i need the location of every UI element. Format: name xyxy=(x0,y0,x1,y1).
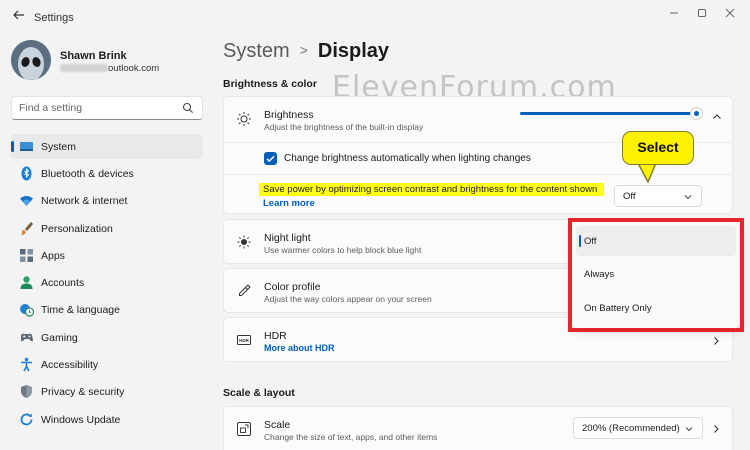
sidebar-item-time-language[interactable]: Time & language xyxy=(11,297,203,322)
window-title: Settings xyxy=(34,12,74,24)
sidebar-item-label: Network & internet xyxy=(41,195,128,207)
select-callout: Select xyxy=(622,131,694,165)
sidebar-item-apps[interactable]: Apps xyxy=(11,243,203,268)
brightness-title: Brightness xyxy=(264,109,314,121)
back-arrow-icon[interactable] xyxy=(12,8,26,22)
apps-icon xyxy=(20,249,33,262)
sidebar-item-label: Accounts xyxy=(41,277,85,289)
chevron-up-icon[interactable] xyxy=(712,112,722,122)
breadcrumb-chevron-icon: > xyxy=(299,42,308,58)
close-icon[interactable] xyxy=(718,4,742,22)
search-input[interactable] xyxy=(19,101,179,115)
monitor-icon xyxy=(20,142,33,151)
gamepad-icon xyxy=(21,333,33,342)
auto-brightness-label: Change brightness automatically when lig… xyxy=(284,153,531,164)
night-light-title: Night light xyxy=(264,232,311,244)
accessibility-icon xyxy=(21,357,32,372)
scale-subtitle: Change the size of text, apps, and other… xyxy=(264,432,438,442)
avatar-image xyxy=(11,40,51,80)
sidebar-item-label: Accessibility xyxy=(41,359,99,371)
update-icon xyxy=(20,413,33,426)
dropdown-value: 200% (Recommended) xyxy=(582,423,680,434)
search-box[interactable] xyxy=(11,96,203,120)
person-icon xyxy=(20,276,33,289)
sidebar-item-windows-update[interactable]: Windows Update xyxy=(11,407,203,432)
hdr-icon: HDR xyxy=(237,335,251,345)
sidebar-item-accounts[interactable]: Accounts xyxy=(11,270,203,295)
selection-indicator xyxy=(11,141,14,152)
section-heading-scale-layout: Scale & layout xyxy=(223,387,295,399)
sidebar-item-label: Privacy & security xyxy=(41,386,125,398)
scale-dropdown[interactable]: 200% (Recommended) xyxy=(573,417,703,439)
scale-title: Scale xyxy=(264,419,291,431)
avatar[interactable] xyxy=(11,40,51,80)
redacted-email xyxy=(60,64,108,72)
dropdown-value: Off xyxy=(623,191,636,202)
sidebar-item-privacy[interactable]: Privacy & security xyxy=(11,379,203,404)
sidebar-item-system[interactable]: System xyxy=(11,134,203,159)
brush-icon xyxy=(21,222,33,235)
scale-icon xyxy=(237,422,251,436)
sidebar-item-bluetooth[interactable]: Bluetooth & devices xyxy=(11,161,203,186)
chevron-right-icon[interactable] xyxy=(711,336,721,346)
bluetooth-icon xyxy=(21,166,32,181)
title-bar: Settings xyxy=(0,0,750,32)
minimize-icon[interactable] xyxy=(662,4,686,22)
save-power-dropdown[interactable]: Off xyxy=(614,185,702,207)
brightness-slider-track[interactable] xyxy=(520,112,696,115)
sun-icon xyxy=(237,112,251,126)
annotation-red-box xyxy=(568,218,744,332)
night-light-subtitle: Use warmer colors to help block blue lig… xyxy=(264,245,422,255)
brightness-slider-thumb[interactable] xyxy=(690,107,703,120)
user-email: outlook.com xyxy=(60,63,159,74)
page-title: Display xyxy=(317,40,390,62)
user-name: Shawn Brink xyxy=(60,50,127,62)
svg-text:HDR: HDR xyxy=(239,338,249,343)
checkmark-icon xyxy=(266,155,275,163)
shield-icon xyxy=(21,385,32,398)
learn-more-link[interactable]: Learn more xyxy=(263,198,315,209)
sidebar-item-accessibility[interactable]: Accessibility xyxy=(11,352,203,377)
auto-brightness-checkbox[interactable] xyxy=(264,152,277,165)
chevron-right-icon[interactable] xyxy=(711,424,721,434)
sidebar-item-label: Apps xyxy=(41,250,65,262)
night-light-icon xyxy=(237,235,251,249)
hdr-title: HDR xyxy=(264,330,287,342)
hdr-link[interactable]: More about HDR xyxy=(264,343,335,353)
sidebar-item-gaming[interactable]: Gaming xyxy=(11,325,203,350)
sidebar-item-network[interactable]: Network & internet xyxy=(11,188,203,213)
maximize-icon[interactable] xyxy=(690,4,714,22)
section-heading-brightness-color: Brightness & color xyxy=(223,78,317,90)
chevron-down-icon xyxy=(684,195,692,200)
sidebar-item-personalization[interactable]: Personalization xyxy=(11,216,203,241)
sidebar-item-label: System xyxy=(41,141,77,153)
sidebar-item-label: Gaming xyxy=(41,332,78,344)
clock-globe-icon xyxy=(20,304,34,317)
color-profile-subtitle: Adjust the way colors appear on your scr… xyxy=(264,294,432,304)
wifi-icon xyxy=(20,196,33,206)
sidebar-item-label: Windows Update xyxy=(41,414,121,426)
save-power-label: Save power by optimizing screen contrast… xyxy=(263,184,598,195)
breadcrumb-parent[interactable]: System xyxy=(223,40,290,62)
search-icon[interactable] xyxy=(182,102,194,114)
chevron-down-icon xyxy=(685,427,693,432)
sidebar-item-label: Personalization xyxy=(41,223,113,235)
brightness-subtitle: Adjust the brightness of the built-in di… xyxy=(264,122,424,132)
email-domain: outlook.com xyxy=(108,63,160,74)
color-profile-title: Color profile xyxy=(264,281,321,293)
breadcrumb: System > Display xyxy=(223,40,389,63)
sidebar-item-label: Bluetooth & devices xyxy=(41,168,134,180)
sidebar-item-label: Time & language xyxy=(41,304,120,316)
eyedropper-icon xyxy=(239,284,251,296)
